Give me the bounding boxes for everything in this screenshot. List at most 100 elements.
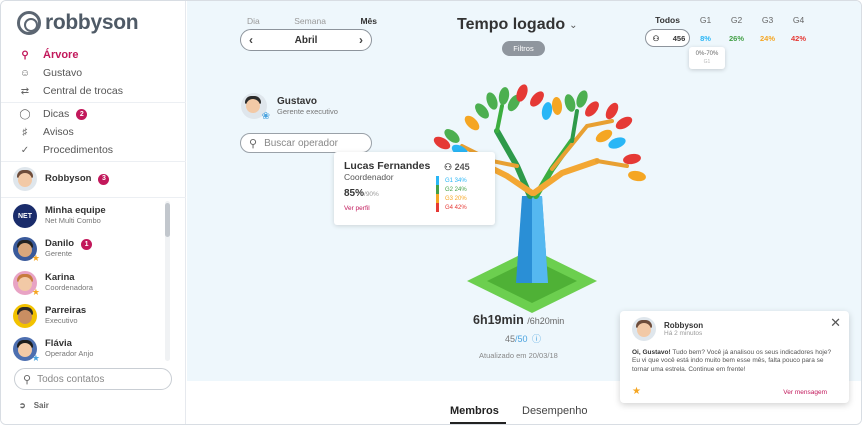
contacts-search-input[interactable]: ⚲ Todos contatos bbox=[14, 368, 172, 390]
search-icon: ⚲ bbox=[23, 373, 32, 386]
bell-icon: ♯ bbox=[22, 126, 28, 138]
tab-desempenho[interactable]: Desempenho bbox=[522, 405, 587, 417]
group-tooltip: 0%-70% G1 bbox=[689, 47, 725, 69]
time-target: /6h20min bbox=[527, 316, 565, 326]
nav-item-label: Central de trocas bbox=[43, 85, 123, 97]
nav-secondary: ◯ Dicas 2 ♯ Avisos ✓ Procedimentos bbox=[19, 105, 179, 159]
logout-label: Sair bbox=[33, 401, 49, 410]
group-all-button[interactable]: ⚇ 456 bbox=[645, 29, 690, 47]
nav-item-dicas[interactable]: ◯ Dicas 2 bbox=[19, 105, 179, 123]
search-placeholder: Todos contatos bbox=[37, 373, 105, 385]
page-title: Tempo logado bbox=[457, 16, 566, 33]
contact-parreiras[interactable]: Parreiras Executivo bbox=[13, 304, 168, 328]
operator-search-input[interactable]: ⚲ Buscar operador bbox=[240, 133, 372, 153]
contact-flavia[interactable]: ★ Flávia Operador Anjo bbox=[13, 337, 168, 363]
notification-popup: ✕ Robbyson Há 2 minutos Oi, Gustavo! Tud… bbox=[620, 311, 849, 403]
period-option-mes[interactable]: Mês bbox=[360, 16, 377, 26]
nav-item-procedimentos[interactable]: ✓ Procedimentos bbox=[19, 141, 179, 159]
contact-robbyson[interactable]: Robbyson 3 bbox=[13, 167, 168, 191]
check-circle-icon: ✓ bbox=[20, 144, 30, 156]
users-icon: ⚇ bbox=[444, 162, 453, 172]
notification-greeting: Oi, Gustavo! bbox=[632, 349, 671, 356]
chevron-left-icon[interactable]: ‹ bbox=[249, 33, 253, 47]
group-value-g2[interactable]: 26% bbox=[721, 34, 752, 43]
updated-timestamp: Atualizado em 20/03/18 bbox=[479, 351, 558, 360]
tooltip-range: 0%-70% bbox=[695, 51, 719, 57]
group-stat: G4 42% bbox=[445, 204, 467, 211]
divider bbox=[1, 197, 186, 198]
scrollbar-thumb[interactable] bbox=[165, 203, 170, 237]
avatar: ★ bbox=[13, 237, 40, 263]
chevron-down-icon: ⌄ bbox=[569, 19, 578, 31]
operator-percent: 85% bbox=[344, 188, 365, 199]
operator-group-bars: G1 34% G2 24% G3 20% G4 42% bbox=[436, 176, 491, 212]
nav-item-arvore[interactable]: ⚲ Árvore bbox=[19, 46, 179, 64]
notification-time: Há 2 minutos bbox=[664, 330, 703, 337]
chevron-right-icon[interactable]: › bbox=[359, 33, 363, 47]
period-option-semana[interactable]: Semana bbox=[294, 16, 326, 26]
group-summary: Todos G1 G2 G3 G4 ⚇ 456 8% 26% 24% 42% 0… bbox=[645, 15, 815, 69]
team-avatar: NET bbox=[13, 204, 37, 228]
exchange-icon: ⇄ bbox=[20, 85, 30, 97]
contact-role: Net Multi Combo bbox=[45, 216, 101, 226]
group-stat: G1 34% bbox=[445, 177, 467, 184]
logout-icon: ➲ bbox=[19, 401, 26, 410]
divider bbox=[1, 102, 186, 103]
group-value-g4[interactable]: 42% bbox=[783, 34, 814, 43]
view-message-link[interactable]: Ver mensagem bbox=[783, 389, 827, 396]
avatar bbox=[13, 304, 37, 328]
score-total: /50 bbox=[515, 334, 528, 344]
info-icon[interactable]: ⓘ bbox=[532, 334, 541, 344]
logo-text: robbyson bbox=[45, 11, 139, 34]
time-summary: 6h19min /6h20min bbox=[473, 313, 564, 327]
period-option-dia[interactable]: Dia bbox=[247, 16, 260, 26]
logout-button[interactable]: ➲ Sair bbox=[19, 401, 49, 410]
score-value: 45 bbox=[505, 334, 516, 344]
star-icon: ★ bbox=[31, 287, 40, 297]
contact-role: Coordenadora bbox=[45, 283, 93, 293]
avatar: ★ bbox=[13, 337, 40, 363]
search-icon: ⚲ bbox=[249, 137, 258, 150]
notification-message: Oi, Gustavo! Tudo bem? Você já analisou … bbox=[632, 349, 838, 374]
group-stat: G2 24% bbox=[445, 186, 467, 193]
user-name: Gustavo bbox=[277, 96, 318, 107]
nav-item-central-trocas[interactable]: ⇄ Central de trocas bbox=[19, 82, 179, 100]
period-navigator: ‹ Abril › bbox=[240, 29, 372, 51]
contact-danilo[interactable]: ★ Danilo 1 Gerente bbox=[13, 237, 168, 263]
group-all-count: 456 bbox=[672, 33, 686, 43]
group-label: G1 bbox=[699, 15, 712, 25]
nav-item-gustavo[interactable]: ☺ Gustavo bbox=[19, 64, 179, 82]
nav-item-avisos[interactable]: ♯ Avisos bbox=[19, 123, 179, 141]
nav-item-label: Árvore bbox=[43, 49, 79, 61]
tooltip-sub: G1 bbox=[703, 58, 711, 65]
contact-name: Robbyson bbox=[45, 172, 92, 184]
contact-role: Operador Anjo bbox=[45, 349, 94, 359]
contact-role: Executivo bbox=[45, 316, 78, 326]
tab-membros[interactable]: Membros bbox=[450, 405, 499, 417]
group-label: G3 bbox=[761, 15, 774, 25]
operator-count: 245 bbox=[454, 162, 470, 172]
group-value-g3[interactable]: 24% bbox=[752, 34, 783, 43]
avatar bbox=[13, 167, 37, 191]
star-icon: ★ bbox=[632, 386, 641, 397]
star-icon: ★ bbox=[31, 353, 40, 363]
group-value-g1[interactable]: 8% bbox=[690, 34, 721, 43]
contact-karina[interactable]: ★ Karina Coordenadora bbox=[13, 271, 168, 297]
avatar: ❀ bbox=[241, 93, 270, 122]
nav-item-label: Avisos bbox=[43, 126, 74, 138]
current-user[interactable]: ❀ Gustavo Gerente executivo bbox=[241, 93, 338, 122]
notification-badge: 1 bbox=[81, 239, 93, 251]
group-label: G2 bbox=[730, 15, 743, 25]
nav-item-label: Procedimentos bbox=[43, 144, 114, 156]
notification-badge: 2 bbox=[76, 108, 88, 120]
operator-card: Lucas Fernandes Coordenador 85%/90% Ver … bbox=[334, 152, 495, 225]
filters-button[interactable]: Filtros bbox=[502, 41, 545, 56]
metric-selector[interactable]: Tempo logado ⌄ bbox=[457, 16, 578, 34]
badge-icon: ❀ bbox=[261, 111, 270, 122]
logo[interactable]: robbyson bbox=[17, 11, 139, 35]
close-icon[interactable]: ✕ bbox=[830, 315, 841, 331]
period-value: Abril bbox=[294, 34, 318, 46]
app-window: robbyson ⚲ Árvore ☺ Gustavo ⇄ Central de… bbox=[0, 0, 862, 425]
nav-item-label: Dicas bbox=[43, 108, 70, 120]
contact-minha-equipe[interactable]: NET Minha equipe Net Multi Combo bbox=[13, 204, 168, 228]
